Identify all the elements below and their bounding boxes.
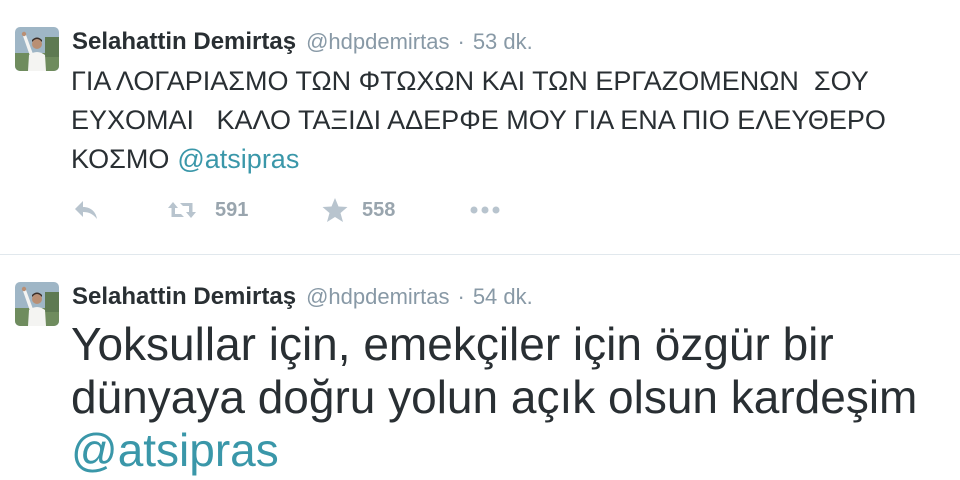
avatar-image [15, 282, 59, 326]
reply-icon[interactable] [74, 200, 98, 220]
avatar[interactable] [15, 282, 59, 326]
retweet-button[interactable]: 591 [167, 197, 248, 223]
mention-link[interactable]: @atsipras [177, 144, 299, 174]
tweet-text-line: ΚΟΣΜΟ @atsipras [71, 140, 886, 179]
tweet-text-line: @atsipras [71, 424, 917, 477]
timeline: Selahattin Demirtaş @hdpdemirtas · 53 dk. Γ… [0, 0, 960, 480]
tweet-text-line: Yoksullar için, emekçiler için özgür bir [71, 318, 834, 370]
star-icon[interactable] [322, 197, 348, 223]
favorite-count: 558 [362, 199, 396, 221]
tweet-text-line: ΓΙΑ ΛΟΓΑΡΙΑΣΜΟ ΤΩΝ ΦΤΩΧΩΝ ΚΑΙ ΤΩΝ ΕΡΓΑΖΟ… [71, 66, 869, 96]
avatar-image [15, 27, 59, 71]
user-handle[interactable]: @hdpdemirtas [306, 29, 449, 54]
tweet[interactable]: Selahattin Demirtaş @hdpdemirtas · 53 dk. Γ… [0, 0, 960, 254]
separator-dot: · [457, 284, 465, 309]
tweet[interactable]: Selahattin Demirtaş @hdpdemirtas · 54 dk. Y… [0, 255, 960, 480]
tweet-text: ΓΙΑ ΛΟΓΑΡΙΑΣΜΟ ΤΩΝ ΦΤΩΧΩΝ ΚΑΙ ΤΩΝ ΕΡΓΑΖΟ… [71, 62, 886, 179]
separator-dot: · [457, 29, 465, 54]
tweet-header: Selahattin Demirtaş @hdpdemirtas · 54 dk. [72, 282, 533, 312]
timestamp[interactable]: 54 dk. [473, 284, 533, 309]
timestamp[interactable]: 53 dk. [473, 29, 533, 54]
user-name[interactable]: Selahattin Demirtaş [72, 28, 296, 55]
more-dots-icon[interactable] [470, 206, 500, 214]
tweet-text-line: dünyaya doğru yolun açık olsun kardeşim [71, 371, 918, 423]
user-handle[interactable]: @hdpdemirtas [306, 284, 449, 309]
tweet-text-fragment: ΚΟΣΜΟ [71, 144, 170, 174]
tweet-header: Selahattin Demirtaş @hdpdemirtas · 53 dk. [72, 27, 533, 57]
avatar[interactable] [15, 27, 59, 71]
tweet-text-line: ΕΥΧΟΜΑΙ ΚΑΛΟ ΤΑΞΙΔΙ ΑΔΕΡΦΕ ΜΟΥ ΓΙΑ ΕΝΑ Π… [71, 105, 886, 135]
user-name[interactable]: Selahattin Demirtaş [72, 283, 296, 310]
retweet-icon[interactable] [167, 200, 197, 220]
favorite-button[interactable]: 558 [322, 197, 395, 223]
mention-link[interactable]: @atsipras [71, 424, 279, 476]
retweet-count: 591 [215, 199, 249, 221]
more-button[interactable] [470, 197, 500, 223]
tweet-text: Yoksullar için, emekçiler için özgür bir… [71, 318, 917, 477]
reply-button[interactable] [74, 197, 98, 223]
